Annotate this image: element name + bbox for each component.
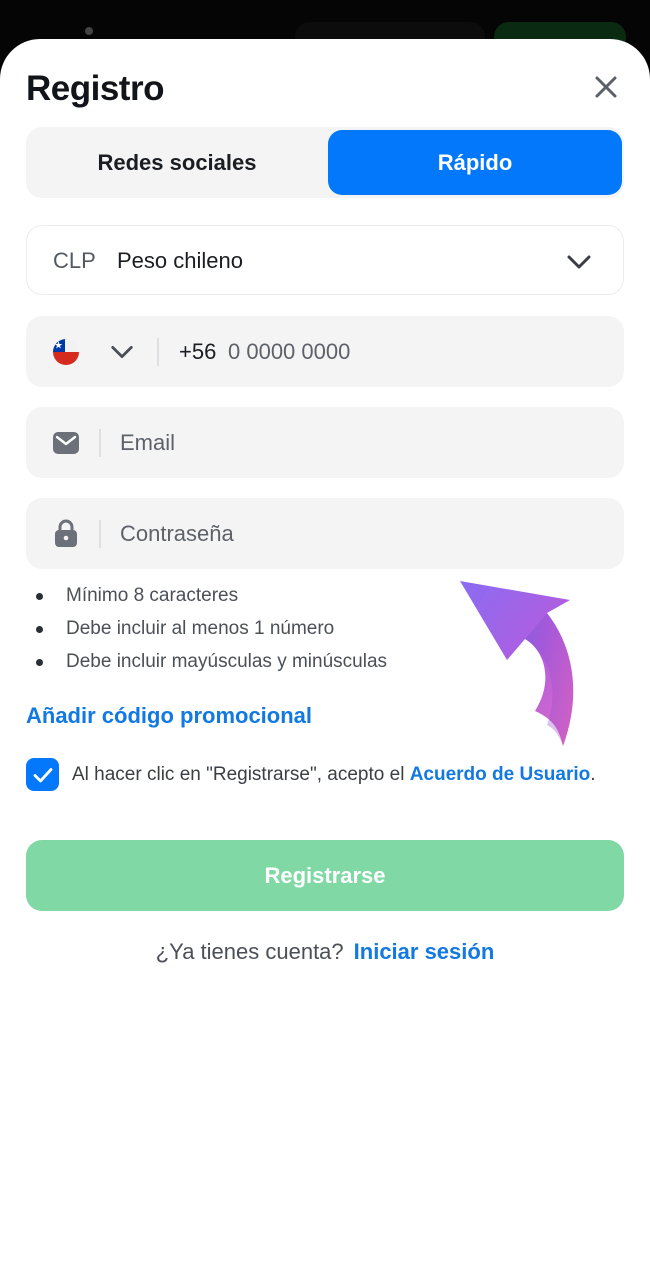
currency-select[interactable]: CLP Peso chileno	[26, 225, 624, 295]
terms-label: Al hacer clic en "Registrarse", acepto e…	[72, 764, 410, 785]
terms-checkbox[interactable]	[26, 758, 59, 791]
pointer-arrow-icon	[460, 581, 574, 746]
password-rules: Mínimo 8 caracteres Debe incluir al meno…	[36, 584, 387, 683]
terms-text: Al hacer clic en "Registrarse", acepto e…	[72, 761, 612, 788]
chevron-down-icon	[111, 345, 133, 359]
camera-dot	[85, 27, 93, 35]
phone-prefix: +56	[179, 339, 217, 364]
lock-icon	[55, 519, 77, 547]
currency-name: Peso chileno	[117, 248, 243, 273]
add-promo-code-link[interactable]: Añadir código promocional	[26, 703, 312, 729]
terms-suffix: .	[590, 764, 596, 785]
field-divider	[99, 429, 101, 457]
field-divider	[157, 338, 159, 366]
currency-code: CLP	[53, 248, 96, 273]
chevron-down-icon	[567, 255, 591, 269]
tab-quick[interactable]: Rápido	[328, 130, 622, 195]
page-title: Registro	[26, 69, 164, 108]
login-question: ¿Ya tienes cuenta?	[155, 939, 344, 964]
password-input[interactable]: Contraseña	[120, 521, 234, 547]
password-rule: Debe incluir mayúsculas y minúsculas	[36, 650, 387, 683]
register-button[interactable]: Registrarse	[26, 840, 624, 911]
login-link[interactable]: Iniciar sesión	[354, 939, 495, 964]
login-prompt: ¿Ya tienes cuenta? Iniciar sesión	[0, 939, 650, 965]
password-rule: Debe incluir al menos 1 número	[36, 617, 387, 650]
email-field[interactable]: Email	[26, 407, 624, 478]
close-icon	[595, 76, 617, 98]
password-field[interactable]: Contraseña	[26, 498, 624, 569]
field-divider	[99, 520, 101, 548]
phone-field: +56 0 0000 0000	[26, 316, 624, 387]
close-button[interactable]	[586, 67, 626, 107]
user-agreement-link[interactable]: Acuerdo de Usuario	[410, 764, 591, 785]
country-code-dropdown[interactable]	[104, 336, 140, 368]
mail-icon	[53, 432, 79, 454]
tab-social-networks[interactable]: Redes sociales	[29, 130, 325, 195]
registration-sheet: Registro Redes sociales Rápido CLP Peso …	[0, 39, 650, 1280]
password-rule: Mínimo 8 caracteres	[36, 584, 387, 617]
phone-input[interactable]: 0 0000 0000	[228, 339, 350, 365]
checkmark-icon	[33, 767, 52, 782]
registration-tabs: Redes sociales Rápido	[26, 127, 624, 198]
email-input[interactable]: Email	[120, 430, 175, 456]
chile-flag-icon	[53, 339, 79, 365]
